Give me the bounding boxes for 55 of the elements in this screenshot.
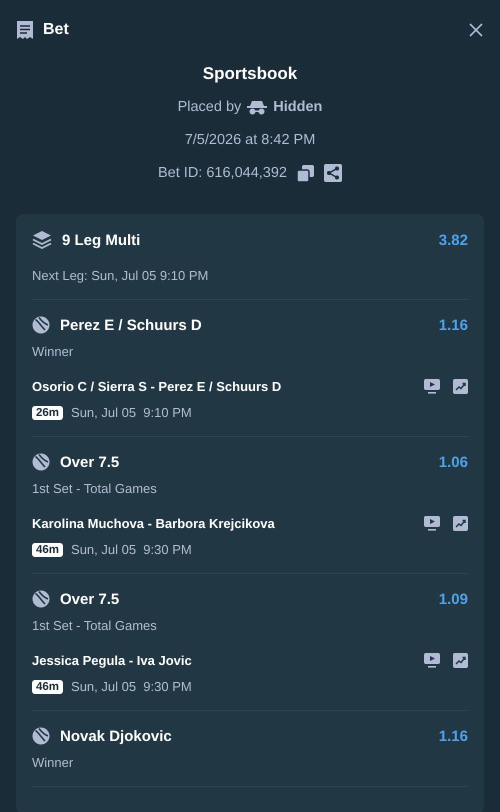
bet-id: Bet ID: 616,044,392 [158, 165, 287, 181]
market-name: 1st Set - Total Games [32, 618, 158, 633]
close-button[interactable] [468, 22, 484, 38]
leg-odds: 1.06 [438, 454, 468, 470]
match-name: Karolina Muchova - Barbora Krejcikova [32, 516, 275, 531]
match-time: Sun, Jul 05 9:10 PM [71, 405, 192, 420]
copy-button[interactable] [297, 164, 314, 182]
selection-title: Novak Djokovic [60, 728, 172, 744]
market-name: Winner [32, 344, 74, 359]
tennis-ball-icon [32, 727, 50, 745]
match-name: Osorio C / Sierra S - Perez E / Schuurs D [32, 379, 282, 394]
market-name: 1st Set - Total Games [32, 481, 158, 496]
receipt-icon [16, 20, 34, 40]
tv-icon [424, 653, 440, 668]
placed-by-name: Hidden [273, 99, 322, 115]
incognito-icon [247, 100, 268, 114]
countdown-badge: 26m [32, 406, 64, 420]
countdown-badge: 46m [32, 542, 64, 556]
dialog-title: Bet [43, 21, 69, 39]
live-stream-button[interactable] [424, 379, 440, 394]
close-icon [468, 22, 484, 38]
tennis-ball-icon [32, 316, 50, 334]
placed-date: 7/5/2026 at 8:42 PM [184, 132, 316, 148]
stats-button[interactable] [453, 379, 468, 394]
leg-odds: 1.16 [438, 728, 468, 744]
chart-icon [453, 516, 468, 531]
bet-source: Sportsbook [202, 63, 298, 85]
selection-title: Perez E / Schuurs D [60, 316, 202, 334]
stats-button[interactable] [453, 653, 468, 668]
next-leg: Next Leg: Sun, Jul 05 9:10 PM [32, 268, 210, 283]
match-name: Jessica Pegula - Iva Jovic [32, 653, 192, 668]
layers-icon [32, 230, 52, 250]
leg-odds: 1.09 [438, 590, 468, 608]
match-time: Sun, Jul 05 9:30 PM [71, 542, 192, 557]
leg-odds: 1.16 [438, 316, 468, 334]
match-time: Sun, Jul 05 9:30 PM [71, 679, 192, 694]
chart-icon [453, 653, 468, 668]
live-stream-button[interactable] [424, 516, 440, 531]
live-stream-button[interactable] [424, 653, 440, 668]
tv-icon [424, 516, 440, 531]
countdown-badge: 46m [32, 680, 64, 694]
tennis-ball-icon [32, 590, 50, 608]
selection-title: Over 7.5 [60, 590, 120, 608]
total-odds: 3.82 [438, 232, 468, 248]
share-button[interactable] [324, 164, 342, 182]
tennis-ball-icon [32, 453, 50, 471]
multi-title: 9 Leg Multi [62, 232, 140, 248]
stats-button[interactable] [453, 516, 468, 531]
market-name: Winner [32, 755, 74, 770]
share-icon [324, 164, 342, 182]
selection-title: Over 7.5 [60, 454, 120, 470]
tv-icon [424, 379, 440, 394]
chart-icon [453, 379, 468, 394]
placed-by-label: Placed by [178, 99, 242, 115]
copy-icon [297, 164, 314, 182]
